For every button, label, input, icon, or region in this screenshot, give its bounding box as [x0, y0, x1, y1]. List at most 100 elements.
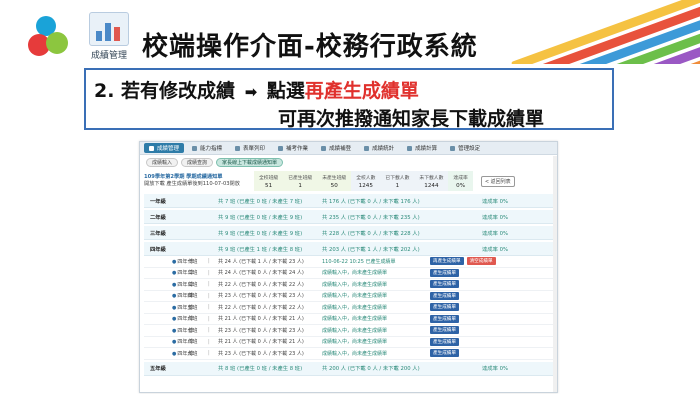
class-status: 成績輸入中，尚未產生成績單 [322, 304, 388, 311]
bullet-icon: ● [172, 258, 177, 265]
grade-row[interactable]: 二年級 共 9 班 (已產生 0 班 / 未產生 9 班) 共 235 人 (已下載… [144, 210, 553, 224]
class-name-cell: ●四年七班 [144, 327, 197, 334]
stats-group: 全校班級 51 已產生班級 1 未產生班級 50 全校人數 1245 已下載人數 1 未下載人數 12… [254, 171, 473, 191]
stat-2: 未產生班級 50 [317, 171, 352, 191]
grade-list: 一年級 共 7 班 (已產生 0 班 / 未產生 7 班) 共 176 人 (已下載… [144, 194, 553, 376]
right-arrow-icon: ➡ [244, 83, 258, 101]
grade-row[interactable]: 四年級 共 9 班 (已產生 1 班 / 未產生 8 班) 共 203 人 (已下載… [144, 242, 553, 256]
class-row: ●四年九班傅 | 共 23 人 (已下載 0 人 / 未下載 23 人) 成績輸入中，… [144, 348, 553, 360]
stat-label: 全校班級 [259, 175, 279, 181]
instruction-callout: 2. 若有修改成績 ➡ 點選再產生成績單 可再次推撥通知家長下載成績單 [84, 68, 614, 130]
class-student-count: 共 24 人 (已下載 1 人 / 未下載 23 人) [218, 258, 304, 265]
nav-tab-5[interactable]: 成績統計 [359, 143, 399, 153]
logo-chart-icon [89, 12, 129, 46]
nav-tab-label: 能力指標 [200, 146, 223, 152]
divider: | [208, 327, 210, 334]
bullet-icon: ● [172, 270, 177, 277]
subtab-0[interactable]: 成績輸入 [146, 158, 179, 167]
grade-class-count: 共 9 班 (已產生 1 班 / 未產生 8 班) [218, 246, 303, 253]
class-student-count: 共 23 人 (已下載 0 人 / 未下載 23 人) [218, 293, 304, 300]
generate-report-button[interactable]: 產生成績單 [430, 337, 459, 346]
green-dot [46, 32, 68, 54]
nav-tab-label: 補考作業 [286, 146, 309, 152]
edit-icon [278, 145, 284, 151]
teacher-name: 傅 [188, 293, 194, 300]
grade-name: 二年級 [150, 214, 166, 221]
back-to-list-button[interactable]: < 返回列表 [480, 175, 515, 187]
generate-report-button[interactable]: 產生成績單 [430, 349, 459, 358]
stat-label: 已下載人數 [385, 175, 410, 181]
grade-student-count: 共 200 人 (已下載 0 人 / 未下載 200 人) [322, 366, 420, 372]
class-name-cell: ●四年五班 [144, 304, 197, 311]
class-student-count: 共 23 人 (已下載 0 人 / 未下載 23 人) [218, 327, 304, 334]
subtab-2[interactable]: 家長線上下載成績通知單 [216, 158, 284, 167]
calculator-icon [407, 145, 413, 151]
nav-tab-6[interactable]: 成績計算 [402, 143, 442, 153]
nav-tab-7[interactable]: 管理設定 [445, 143, 485, 153]
class-name-cell: ●四年二班 [144, 269, 197, 277]
stat-label: 未產生班級 [322, 175, 347, 181]
term-title: 109學年第2學期 學期成績通知單 [144, 174, 223, 180]
grade-student-count: 共 235 人 (已下載 0 人 / 未下載 235 人) [322, 214, 420, 221]
nav-tab-4[interactable]: 成績補登 [316, 143, 356, 153]
nav-tab-0[interactable]: 成績管理 [144, 143, 185, 153]
stat-6: 達成率 0% [448, 171, 473, 191]
nav-tab-label: 成績計算 [415, 146, 438, 152]
class-row: ●四年五班傅 | 共 22 人 (已下載 0 人 / 未下載 22 人) 成績輸入中，… [144, 302, 553, 314]
logo-caption: 成績管理 [90, 51, 127, 61]
instruction-prefix: 2. 若有修改成績 [94, 80, 236, 102]
stat-label: 未下載人數 [419, 175, 444, 181]
stat-5: 未下載人數 1244 [414, 171, 449, 191]
instruction-highlight: 再產生成績單 [304, 80, 419, 102]
generate-report-button[interactable]: 產生成績單 [430, 268, 459, 277]
print-icon [235, 145, 241, 151]
teacher-name: 傅 [188, 339, 194, 346]
stat-value: 51 [265, 182, 273, 189]
stat-1: 已產生班級 1 [283, 171, 318, 191]
divider: | [208, 315, 210, 322]
stat-value: 1245 [358, 182, 373, 189]
nav-tab-3[interactable]: 補考作業 [273, 143, 313, 153]
class-name-cell: ●四年九班 [144, 350, 197, 357]
divider: | [208, 304, 210, 311]
nav-tab-2[interactable]: 表單列印 [230, 143, 270, 153]
grade-row[interactable]: 一年級 共 7 班 (已產生 0 班 / 未產生 7 班) 共 176 人 (已下載… [144, 194, 553, 208]
generate-report-button[interactable]: 產生成績單 [430, 291, 459, 300]
generate-report-button[interactable]: 產生成績單 [430, 280, 459, 289]
stat-value: 50 [330, 182, 338, 189]
grade-rate: 達成率 0% [482, 214, 508, 221]
class-status: 成績輸入中，尚未產生成績單 [322, 339, 388, 346]
class-student-count: 共 24 人 (已下載 0 人 / 未下載 24 人) [218, 270, 304, 277]
generate-report-button[interactable]: 產生成績單 [430, 303, 459, 312]
class-name-cell: ●四年八班 [144, 338, 197, 345]
download-deadline: 開放下載 產生成績單後到110-07-03閉放 [144, 181, 240, 187]
class-student-count: 共 22 人 (已下載 0 人 / 未下載 22 人) [218, 304, 304, 311]
divider: | [208, 292, 210, 299]
nav-tab-1[interactable]: 能力指標 [187, 143, 227, 153]
grade-name: 三年級 [150, 230, 166, 237]
class-student-count: 共 22 人 (已下載 0 人 / 未下載 22 人) [218, 281, 304, 288]
nav-tab-label: 成績補登 [329, 146, 352, 152]
subtab-1[interactable]: 成績查詢 [181, 158, 214, 167]
class-row: ●四年八班傅 | 共 21 人 (已下載 0 人 / 未下載 21 人) 成績輸入中，… [144, 337, 553, 348]
clear-report-button[interactable]: 清空成績單 [466, 257, 496, 266]
app-screenshot: 成績管理 能力指標 表單列印 補考作業 成績補登 成績統計 成績計算 管理設定 成績輸入 成績查… [139, 141, 558, 393]
grade-row[interactable]: 三年級 共 9 班 (已產生 0 班 / 未產生 9 班) 共 228 人 (已下載… [144, 226, 553, 240]
grade-class-count: 共 9 班 (已產生 0 班 / 未產生 9 班) [218, 214, 303, 221]
class-status: 成績輸入中，尚未產生成績單 [322, 270, 388, 277]
scrollbar[interactable] [553, 156, 557, 392]
generate-report-button[interactable]: 產生成績單 [430, 326, 459, 335]
bullet-icon: ● [172, 281, 177, 288]
stat-value: 0% [456, 182, 466, 189]
teacher-name: 傅 [188, 281, 194, 288]
stat-value: 1 [298, 182, 302, 189]
nav-tab-label: 成績統計 [372, 146, 395, 152]
stat-value: 1244 [424, 182, 439, 189]
grade-student-count: 共 228 人 (已下載 0 人 / 未下載 228 人) [322, 230, 420, 237]
generate-report-button[interactable]: 產生成績單 [430, 314, 459, 323]
grade-student-count: 共 176 人 (已下載 0 人 / 未下載 176 人) [322, 198, 420, 205]
generate-report-button[interactable]: 再產生成績單 [430, 257, 464, 266]
teacher-name: 傅 [188, 258, 194, 265]
grade-row[interactable]: 五年級 共 8 班 (已產生 0 班 / 未產生 8 班) 共 200 人 (已下載… [144, 361, 553, 376]
class-status: 成績輸入中，尚未產生成績單 [322, 327, 388, 334]
